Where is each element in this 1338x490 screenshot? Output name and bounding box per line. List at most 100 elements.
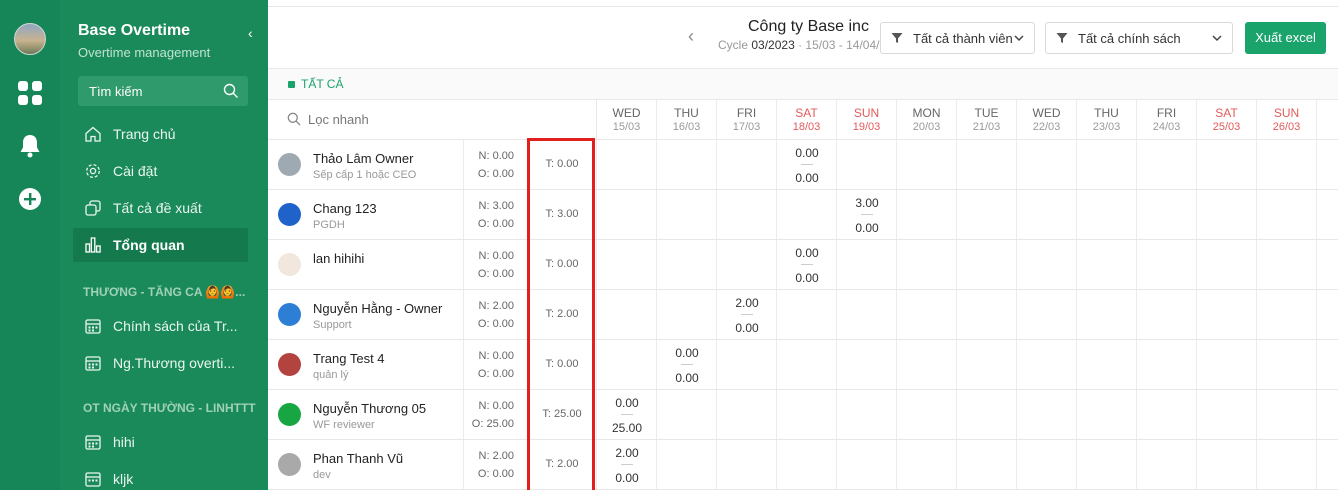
day-cell[interactable] <box>1017 440 1077 489</box>
day-cell[interactable] <box>597 140 657 189</box>
day-cell[interactable] <box>1077 340 1137 389</box>
day-cell[interactable] <box>717 390 777 439</box>
nav-policy-1[interactable]: Chính sách của Tr... <box>73 309 248 343</box>
nav-home[interactable]: Trang chủ <box>73 117 248 151</box>
day-cell[interactable] <box>957 440 1017 489</box>
table-row[interactable]: Thảo Lâm Owner Sếp cấp 1 hoặc CEO N: 0.00 O… <box>268 140 1338 190</box>
day-cell[interactable] <box>1017 390 1077 439</box>
day-cell[interactable] <box>1137 290 1197 339</box>
day-cell[interactable] <box>897 440 957 489</box>
day-cell[interactable] <box>1137 190 1197 239</box>
day-cell[interactable] <box>1197 290 1257 339</box>
day-cell[interactable] <box>657 140 717 189</box>
day-cell[interactable] <box>957 390 1017 439</box>
day-cell[interactable] <box>1257 140 1317 189</box>
add-circle-icon[interactable] <box>17 186 43 212</box>
day-cell[interactable] <box>897 390 957 439</box>
day-cell[interactable] <box>1317 440 1338 489</box>
table-row[interactable]: Phan Thanh Vũ dev N: 2.00 O: 0.00 T: 2.00 2.0… <box>268 440 1338 490</box>
day-cell[interactable] <box>1017 290 1077 339</box>
day-cell[interactable] <box>777 390 837 439</box>
user-avatar[interactable] <box>14 23 46 55</box>
day-cell[interactable] <box>1257 190 1317 239</box>
day-cell[interactable] <box>1257 340 1317 389</box>
day-cell[interactable] <box>1257 390 1317 439</box>
day-cell[interactable] <box>657 390 717 439</box>
day-cell[interactable] <box>1077 390 1137 439</box>
day-cell[interactable] <box>957 190 1017 239</box>
filter-tag-all[interactable]: TẤT CẢ <box>301 77 343 91</box>
day-cell[interactable] <box>897 290 957 339</box>
day-cell[interactable] <box>1197 240 1257 289</box>
day-cell[interactable] <box>1137 390 1197 439</box>
day-cell[interactable] <box>837 340 897 389</box>
day-cell[interactable] <box>717 440 777 489</box>
day-cell[interactable] <box>837 140 897 189</box>
day-cell[interactable] <box>717 340 777 389</box>
day-cell[interactable] <box>597 340 657 389</box>
table-row[interactable]: lan hihihi N: 0.00 O: 0.00 T: 0.00 0.00 0.00 <box>268 240 1338 290</box>
export-excel-button[interactable]: Xuất excel <box>1245 22 1326 54</box>
day-cell[interactable] <box>1317 290 1338 339</box>
collapse-sidebar-button[interactable]: ‹ <box>248 25 253 41</box>
day-cell[interactable] <box>1017 240 1077 289</box>
day-cell[interactable] <box>1197 340 1257 389</box>
day-cell[interactable] <box>1197 190 1257 239</box>
day-cell[interactable] <box>1257 240 1317 289</box>
day-cell[interactable] <box>1077 290 1137 339</box>
day-cell[interactable] <box>777 340 837 389</box>
policy-filter-dropdown[interactable]: Tất cả chính sách <box>1045 22 1233 54</box>
day-cell[interactable] <box>657 440 717 489</box>
day-cell[interactable] <box>957 340 1017 389</box>
day-cell[interactable] <box>597 240 657 289</box>
day-cell[interactable] <box>1317 240 1338 289</box>
nav-overview[interactable]: Tổng quan <box>73 228 248 262</box>
day-cell[interactable] <box>717 140 777 189</box>
apps-grid-icon[interactable] <box>17 80 43 106</box>
day-cell[interactable] <box>717 240 777 289</box>
nav-settings[interactable]: Cài đặt <box>73 154 248 188</box>
day-cell[interactable] <box>597 290 657 339</box>
day-cell[interactable] <box>897 190 957 239</box>
day-cell[interactable] <box>657 190 717 239</box>
day-cell[interactable] <box>597 190 657 239</box>
day-cell[interactable] <box>1257 290 1317 339</box>
day-cell[interactable] <box>1317 190 1338 239</box>
day-cell[interactable] <box>837 240 897 289</box>
table-row[interactable]: Trang Test 4 quản lý N: 0.00 O: 0.00 T: 0.00… <box>268 340 1338 390</box>
day-cell[interactable]: 0.00 25.00 <box>597 390 657 439</box>
day-cell[interactable] <box>897 140 957 189</box>
day-cell[interactable] <box>1137 440 1197 489</box>
table-row[interactable]: Nguyễn Thương 05 WF reviewer N: 0.00 O: 25.… <box>268 390 1338 440</box>
day-cell[interactable]: 2.00 0.00 <box>597 440 657 489</box>
day-cell[interactable] <box>837 390 897 439</box>
day-cell[interactable] <box>777 190 837 239</box>
day-cell[interactable] <box>1137 240 1197 289</box>
day-cell[interactable]: 3.00 0.00 <box>837 190 897 239</box>
day-cell[interactable] <box>657 290 717 339</box>
nav-policy-hihi[interactable]: hihi <box>73 425 248 459</box>
day-cell[interactable] <box>1017 340 1077 389</box>
day-cell[interactable] <box>957 140 1017 189</box>
day-cell[interactable] <box>1137 140 1197 189</box>
day-cell[interactable] <box>1137 340 1197 389</box>
day-cell[interactable] <box>1017 140 1077 189</box>
day-cell[interactable]: 2.00 0.00 <box>717 290 777 339</box>
day-cell[interactable] <box>1077 140 1137 189</box>
day-cell[interactable] <box>897 240 957 289</box>
day-cell[interactable] <box>1077 440 1137 489</box>
sidebar-search[interactable]: Tìm kiếm <box>78 76 248 106</box>
day-cell[interactable] <box>717 190 777 239</box>
day-cell[interactable]: 0.00 0.00 <box>657 340 717 389</box>
day-cell[interactable] <box>837 440 897 489</box>
day-cell[interactable] <box>837 290 897 339</box>
nav-policy-2[interactable]: Ng.Thương overti... <box>73 346 248 380</box>
day-cell[interactable] <box>1017 190 1077 239</box>
day-cell[interactable] <box>897 340 957 389</box>
prev-cycle-button[interactable]: ‹ <box>688 26 694 47</box>
day-cell[interactable] <box>1197 440 1257 489</box>
day-cell[interactable]: 0.00 0.00 <box>777 240 837 289</box>
table-row[interactable]: Nguyễn Hằng - Owner Support N: 2.00 O: 0.00… <box>268 290 1338 340</box>
day-cell[interactable] <box>1197 390 1257 439</box>
day-cell[interactable] <box>1077 240 1137 289</box>
